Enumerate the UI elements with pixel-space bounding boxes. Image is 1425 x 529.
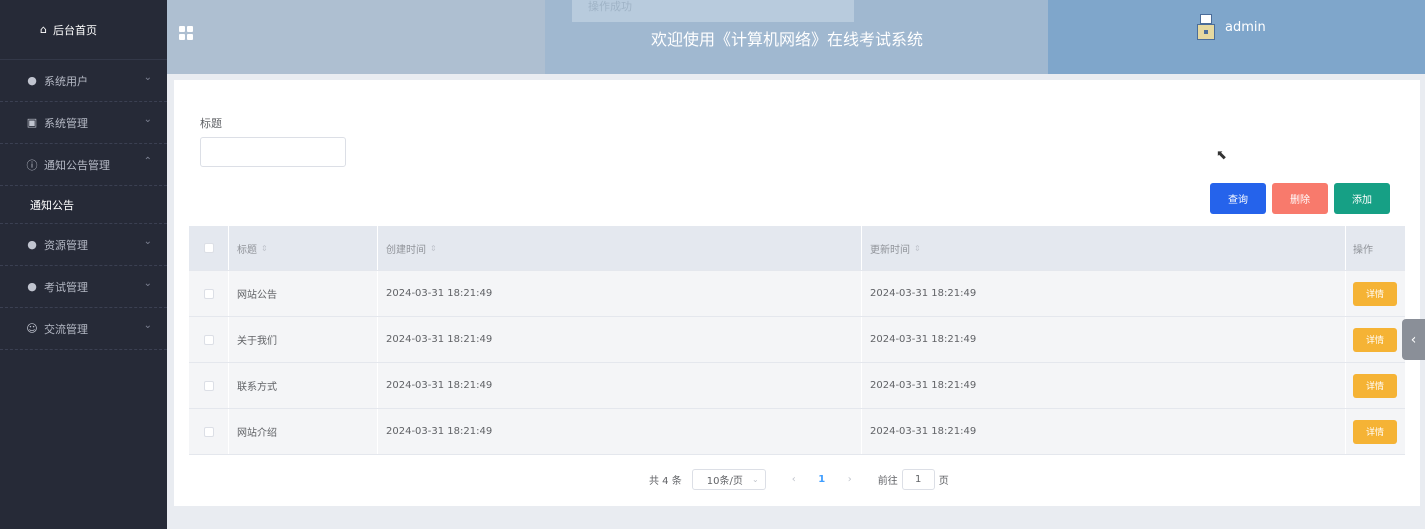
cell-title: 网站介绍	[229, 409, 378, 454]
prev-page-button[interactable]: ‹	[780, 474, 808, 485]
table-header-row: 标题 ⇕ 创建时间 ⇕ 更新时间 ⇕ 操作	[189, 226, 1405, 271]
search-title-input[interactable]	[200, 137, 346, 167]
chevron-up-icon: ⌃	[143, 156, 152, 167]
cell-created: 2024-03-31 18:21:49	[378, 409, 862, 454]
sort-icon[interactable]: ⇕	[261, 244, 268, 253]
cell-title: 联系方式	[229, 363, 378, 408]
sidebar-item-communication-management[interactable]: ☺ 交流管理 ⌄	[0, 308, 167, 350]
goto-label: 前往	[877, 476, 898, 487]
cell-created: 2024-03-31 18:21:49	[378, 317, 862, 362]
detail-button[interactable]: 详情	[1353, 281, 1397, 306]
cell-created: 2024-03-31 18:21:49	[378, 363, 862, 408]
sidebar-item-system-management[interactable]: ▣ 系统管理 ⌄	[0, 102, 167, 144]
cell-updated: 2024-03-31 18:21:49	[862, 317, 1346, 362]
chevron-down-icon: ⌄	[143, 278, 152, 289]
chevron-down-icon: ⌄	[143, 114, 152, 125]
sidebar-item-resource-management[interactable]: ● 资源管理 ⌄	[0, 224, 167, 266]
select-all-checkbox[interactable]	[203, 243, 214, 253]
location-icon: ●	[27, 238, 37, 251]
add-button[interactable]: 添加	[1334, 183, 1390, 214]
avatar	[1193, 12, 1219, 42]
menu-grid-icon[interactable]	[179, 26, 193, 40]
sidebar-item-label: 系统用户	[44, 74, 88, 88]
sidebar-item-label: 后台首页	[52, 23, 97, 37]
table-row: 关于我们 2024-03-31 18:21:49 2024-03-31 18:2…	[189, 317, 1405, 363]
row-checkbox[interactable]	[203, 426, 214, 437]
column-header-updated[interactable]: 更新时间 ⇕	[862, 226, 1346, 270]
cell-title: 关于我们	[229, 317, 378, 362]
cell-title: 网站公告	[229, 271, 378, 316]
row-checkbox[interactable]	[203, 334, 214, 345]
sidebar: ⌂ 后台首页 ● 系统用户 ⌄ ▣ 系统管理 ⌄ ⓘ 通知公告管理 ⌃ 通知公告…	[0, 0, 167, 529]
chevron-down-icon: ⌄	[143, 72, 152, 83]
chevron-down-icon: ⌄	[143, 320, 152, 331]
sort-icon[interactable]: ⇕	[914, 244, 921, 253]
sidebar-item-label: 交流管理	[44, 322, 88, 336]
user-icon: ●	[27, 74, 37, 87]
sidebar-item-label: 通知公告管理	[44, 158, 110, 172]
query-button[interactable]: 查询	[1210, 183, 1266, 214]
cell-updated: 2024-03-31 18:21:49	[862, 409, 1346, 454]
chevron-down-icon: ⌄	[143, 236, 152, 247]
sidebar-subitem-label: 通知公告	[30, 198, 74, 212]
column-header-title[interactable]: 标题 ⇕	[229, 226, 378, 270]
delete-button[interactable]: 删除	[1272, 183, 1328, 214]
picture-icon: ▣	[26, 116, 38, 129]
username: admin	[1225, 19, 1266, 35]
main-panel: 标题 查询 删除 添加 标题 ⇕ 创建时间 ⇕ 更新时间 ⇕ 操作 网站公告 2024…	[174, 80, 1420, 506]
cell-updated: 2024-03-31 18:21:49	[862, 363, 1346, 408]
detail-button[interactable]: 详情	[1353, 327, 1397, 352]
pagination-total: 共 4 条	[649, 476, 682, 487]
column-header-created[interactable]: 创建时间 ⇕	[378, 226, 862, 270]
mouse-cursor-icon: ⬉	[1216, 148, 1227, 163]
sidebar-item-system-users[interactable]: ● 系统用户 ⌄	[0, 60, 167, 102]
page-title: 欢迎使用《计算机网络》在线考试系统	[650, 30, 923, 49]
page-size-select[interactable]: 10条/页 ⌄	[691, 469, 766, 490]
table-row: 联系方式 2024-03-31 18:21:49 2024-03-31 18:2…	[189, 363, 1405, 409]
row-checkbox[interactable]	[203, 288, 214, 299]
pagination: 共 4 条 10条/页 ⌄ ‹ 1 › 前往 1 页	[649, 469, 949, 490]
sidebar-subitem-notice[interactable]: 通知公告	[0, 186, 167, 224]
sidebar-item-label: 考试管理	[44, 280, 88, 294]
table-row: 网站介绍 2024-03-31 18:21:49 2024-03-31 18:2…	[189, 409, 1405, 455]
location-icon: ●	[27, 280, 37, 293]
sidebar-item-exam-management[interactable]: ● 考试管理 ⌄	[0, 266, 167, 308]
row-checkbox[interactable]	[203, 380, 214, 391]
chat-icon: ☺	[26, 322, 38, 335]
goto-page-input[interactable]: 1	[901, 469, 935, 490]
detail-button[interactable]: 详情	[1353, 419, 1397, 444]
detail-button[interactable]: 详情	[1353, 373, 1397, 398]
cell-created: 2024-03-31 18:21:49	[378, 271, 862, 316]
column-header-action: 操作	[1353, 244, 1373, 256]
sidebar-item-notice-management[interactable]: ⓘ 通知公告管理 ⌃	[0, 144, 167, 186]
sidebar-item-home[interactable]: ⌂ 后台首页	[0, 0, 167, 60]
side-collapse-tab[interactable]: ‹	[1402, 319, 1425, 360]
sidebar-item-label: 系统管理	[44, 116, 88, 130]
info-icon: ⓘ	[26, 158, 38, 172]
notice-table: 标题 ⇕ 创建时间 ⇕ 更新时间 ⇕ 操作 网站公告 2024-03-31 18:21…	[189, 226, 1405, 455]
next-page-button[interactable]: ›	[836, 474, 864, 485]
chevron-down-icon: ⌄	[752, 475, 759, 484]
search-title-label: 标题	[200, 117, 222, 130]
table-row: 网站公告 2024-03-31 18:21:49 2024-03-31 18:2…	[189, 271, 1405, 317]
user-menu[interactable]: admin	[1193, 12, 1266, 42]
sort-icon[interactable]: ⇕	[430, 244, 437, 253]
sidebar-item-label: 资源管理	[44, 238, 88, 252]
page-suffix-label: 页	[938, 476, 949, 487]
page-number-current[interactable]: 1	[808, 474, 836, 485]
chevron-left-icon: ‹	[1410, 331, 1417, 348]
success-toast: 操作成功	[572, 0, 854, 22]
home-icon: ⌂	[40, 23, 47, 36]
cell-updated: 2024-03-31 18:21:49	[862, 271, 1346, 316]
top-header: 操作成功 欢迎使用《计算机网络》在线考试系统 admin	[167, 0, 1425, 74]
